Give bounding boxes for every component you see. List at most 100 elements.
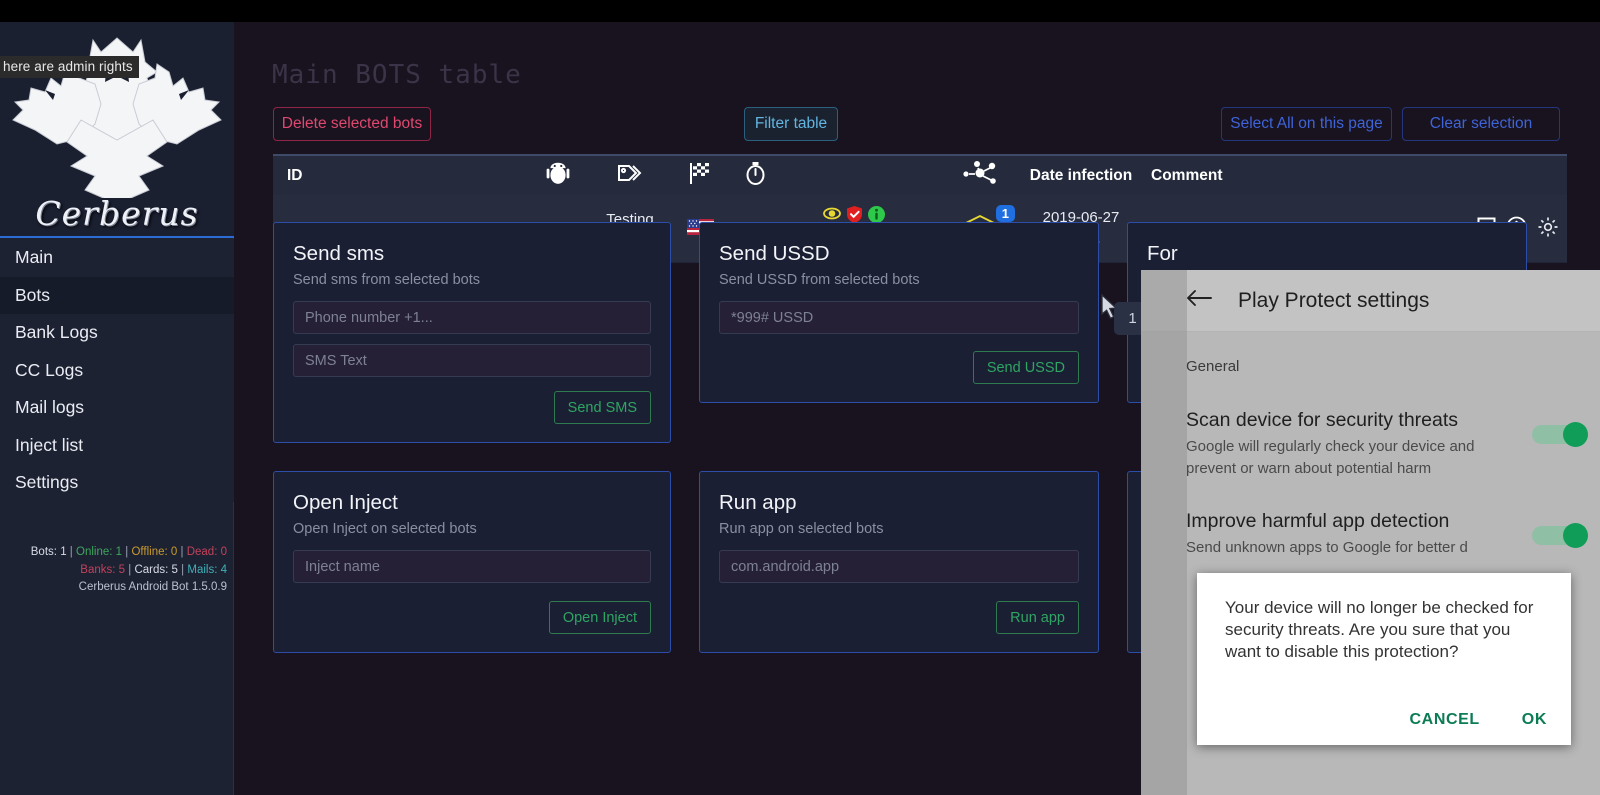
card-send-ussd: Send USSD Send USSD from selected bots *… (699, 222, 1099, 403)
card-send-sms: Send sms Send sms from selected bots Pho… (273, 222, 671, 443)
app-root: Cerberus here are admin rights Main Bots… (0, 0, 1600, 795)
toggle-knob (1563, 422, 1588, 447)
card-title: Run app (719, 491, 797, 514)
tag-icon (588, 160, 672, 191)
stats-cards-value: 5 (171, 563, 178, 576)
stats-dead-label: Dead: (186, 546, 218, 558)
stats-dead-value: 0 (220, 546, 227, 558)
network-nodes-icon (951, 160, 1011, 191)
phone-number-input[interactable]: Phone number +1... (293, 301, 651, 334)
app-version: Cerberus Android Bot 1.5.0.9 (78, 581, 227, 593)
dialog-ok-button[interactable]: OK (1522, 711, 1547, 729)
table-header-row: ID Date infection Comment (273, 154, 1567, 195)
stats-sep: | (181, 563, 185, 576)
admin-rights-tooltip: here are admin rights (0, 56, 139, 78)
setting-subtitle: Send unknown apps to Google for better d (1186, 539, 1468, 556)
card-subtitle: Run app on selected bots (719, 521, 884, 537)
card-title: Send sms (293, 242, 385, 265)
sidebar-item-inject-list[interactable]: Inject list (0, 426, 234, 464)
mouse-cursor (1100, 293, 1120, 327)
setting-scan-device[interactable]: Scan device for security threats Google … (1186, 409, 1588, 480)
send-ussd-button[interactable]: Send USSD (972, 351, 1079, 384)
setting-subtitle: Google will regularly check your device … (1186, 438, 1475, 477)
stats-line-1: Bots: 1 | Online: 1 | Offline: 0 | Dead:… (0, 544, 227, 562)
sidebar-item-label: CC Logs (15, 359, 84, 380)
ussd-input[interactable]: *999# USSD (719, 301, 1079, 334)
sidebar-item-label: Settings (15, 472, 79, 493)
stats-offline-value: 0 (170, 546, 178, 558)
setting-title: Improve harmful app detection (1186, 510, 1450, 532)
inject-name-input[interactable]: Inject name (293, 550, 651, 583)
sidebar-item-main[interactable]: Main (0, 239, 234, 277)
stats-cards-label: Cards: (134, 563, 169, 576)
android-section-general: General (1186, 358, 1240, 375)
stats-mails-value: 4 (220, 563, 227, 576)
sidebar-nav: Main Bots Bank Logs CC Logs Mail logs In… (0, 239, 234, 502)
stats-offline-label: Offline: (131, 546, 168, 558)
column-header-date-infection: Date infection (1029, 167, 1133, 184)
stats-bots-value: 1 (60, 546, 67, 558)
page-title: Main BOTS table (272, 60, 522, 90)
open-inject-button[interactable]: Open Inject (548, 601, 651, 634)
android-screen-title: Play Protect settings (1238, 288, 1430, 312)
card-open-inject: Open Inject Open Inject on selected bots… (273, 471, 671, 653)
toggle-improve-detection[interactable] (1532, 523, 1588, 548)
run-app-button[interactable]: Run app (996, 601, 1079, 634)
clear-selection-button[interactable]: Clear selection (1402, 107, 1560, 141)
sidebar-item-label: Bots (15, 284, 51, 305)
sms-text-input[interactable]: SMS Text (293, 344, 651, 377)
sidebar-item-bots[interactable]: Bots (0, 276, 234, 314)
card-subtitle: Send USSD from selected bots (719, 272, 920, 288)
top-black-bar (0, 0, 1600, 22)
stats-sep: | (180, 546, 184, 558)
sidebar-item-label: Mail logs (15, 397, 85, 418)
dialog-actions: CANCEL OK (1410, 711, 1547, 729)
dialog-message: Your device will no longer be checked fo… (1225, 598, 1534, 661)
package-name-input[interactable]: com.android.app (719, 550, 1079, 583)
arrow-left-icon[interactable] (1186, 288, 1212, 313)
android-settings-body: General Scan device for security threats… (1141, 332, 1600, 559)
sidebar-item-mail-logs[interactable]: Mail logs (0, 389, 234, 427)
stats-mails-label: Mails: (187, 563, 218, 576)
confirm-dialog: Your device will no longer be checked fo… (1197, 573, 1571, 745)
brand-name: Cerberus (35, 194, 199, 233)
row-gear-icon[interactable] (1537, 216, 1559, 242)
delete-selected-bots-button[interactable]: Delete selected bots (273, 107, 431, 141)
send-sms-button[interactable]: Send SMS (553, 391, 651, 424)
stats-online-value: 1 (115, 546, 123, 558)
stats-sep: | (125, 546, 129, 558)
stats-banks-value: 5 (118, 563, 126, 576)
toggle-knob (1563, 523, 1588, 548)
cerberus-three-headed-dog-logo-icon (12, 37, 222, 198)
sidebar-item-cc-logs[interactable]: CC Logs (0, 351, 234, 389)
stats-online-label: Online: (76, 546, 113, 558)
filter-table-button[interactable]: Filter table (744, 107, 838, 141)
dialog-cancel-button[interactable]: CANCEL (1410, 711, 1480, 729)
stopwatch-icon (728, 160, 782, 191)
stats-sep: | (128, 563, 132, 576)
android-icon (528, 160, 588, 191)
toggle-scan-device[interactable] (1532, 422, 1588, 447)
column-header-id: ID (287, 166, 303, 184)
stats-line-2: Banks: 5 | Cards: 5 | Mails: 4 (0, 562, 227, 580)
card-run-app: Run app Run app on selected bots com.and… (699, 471, 1099, 653)
sidebar-item-label: Main (15, 247, 53, 268)
stats-sep: | (69, 546, 73, 558)
card-title: For (1147, 242, 1178, 265)
select-all-button[interactable]: Select All on this page (1221, 107, 1392, 141)
setting-improve-detection[interactable]: Improve harmful app detection Send unkno… (1186, 510, 1588, 559)
sidebar-stats: Bots: 1 | Online: 1 | Offline: 0 | Dead:… (0, 544, 234, 597)
android-play-protect-screen: Play Protect settings General Scan devic… (1141, 270, 1600, 795)
setting-title: Scan device for security threats (1186, 409, 1459, 431)
overlay-dim-edge (1141, 270, 1187, 795)
stats-bots-label: Bots: (30, 546, 57, 558)
card-subtitle: Send sms from selected bots (293, 272, 480, 288)
sidebar-item-label: Bank Logs (15, 322, 98, 343)
stats-banks-label: Banks: (80, 563, 116, 576)
card-title: Open Inject (293, 491, 398, 514)
sidebar-item-label: Inject list (15, 434, 84, 455)
card-subtitle: Open Inject on selected bots (293, 521, 477, 537)
sidebar-item-bank-logs[interactable]: Bank Logs (0, 314, 234, 352)
sidebar-item-settings[interactable]: Settings (0, 464, 234, 502)
android-app-bar: Play Protect settings (1141, 270, 1600, 332)
